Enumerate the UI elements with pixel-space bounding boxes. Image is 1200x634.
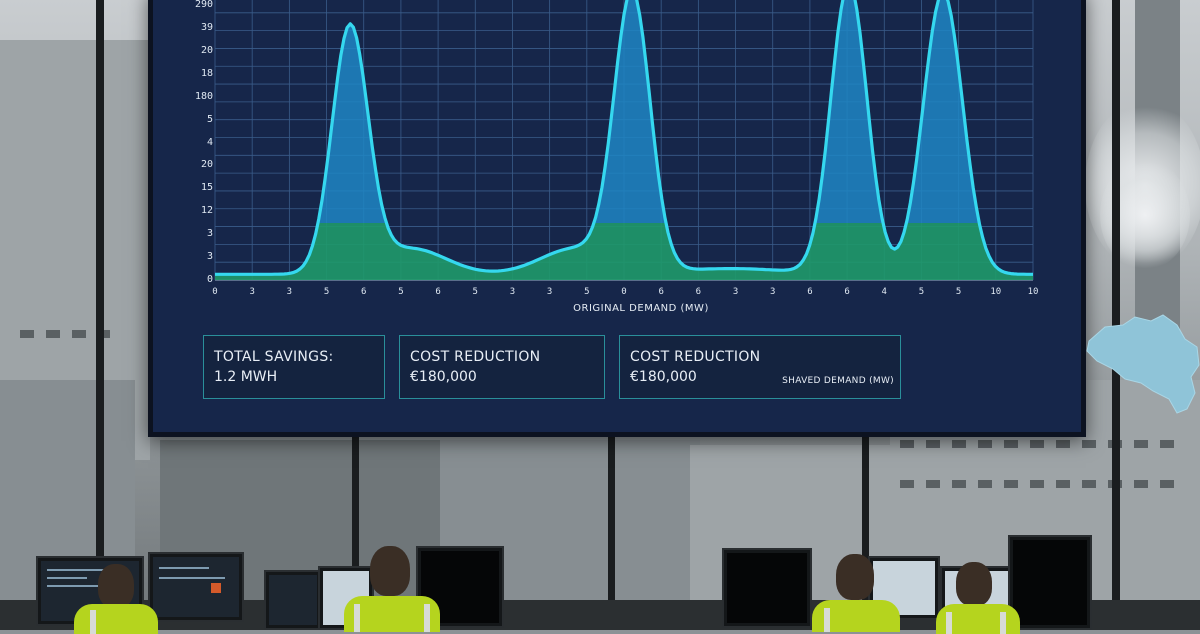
window-frame [1112, 0, 1120, 610]
x-tick-label: 4 [881, 287, 887, 297]
x-tick-label: 6 [658, 287, 664, 297]
x-tick-label: 6 [361, 287, 367, 297]
y-tick-label: 3 [206, 228, 213, 240]
x-tick-label: 6 [435, 287, 441, 297]
window-row [900, 480, 1180, 488]
operator [934, 560, 1024, 634]
operator [62, 560, 162, 634]
total-savings-card: TOTAL SAVINGS: 1.2 MWH [203, 335, 385, 399]
x-tick-label: 6 [807, 287, 813, 297]
alert-indicator [211, 583, 221, 593]
card-value: €180,000 [410, 369, 477, 385]
card-title: COST REDUCTION [630, 349, 761, 365]
x-tick-label: 0 [621, 287, 627, 297]
window-row [900, 440, 1180, 448]
y-tick-label: 0 [206, 274, 213, 285]
y-tick-label: 20 [200, 159, 213, 171]
x-tick-label: 0 [212, 287, 218, 297]
y-tick-label: 20 [200, 44, 213, 56]
x-tick-label: 5 [472, 287, 478, 297]
y-tick-label: 12 [200, 205, 213, 217]
x-tick-label: 6 [844, 287, 850, 297]
card-title: TOTAL SAVINGS: [214, 349, 334, 365]
monitor [264, 570, 322, 630]
card-note: SHAVED DEMAND (MW) [782, 376, 894, 386]
monitor-screen [727, 553, 807, 623]
monitor-screen [269, 575, 317, 625]
monitor [148, 552, 244, 622]
monitor-screen [153, 557, 239, 617]
x-tick-label: 5 [955, 287, 962, 297]
operator [340, 546, 450, 632]
x-tick-label: 3 [770, 287, 776, 297]
x-tick-label: 3 [509, 287, 516, 297]
y-tick-label: 39 [200, 21, 213, 33]
x-tick-label: 3 [546, 287, 553, 297]
cost-reduction-card: COST REDUCTION €180,000 [399, 335, 605, 399]
monitor [722, 548, 812, 628]
x-tick-label: 3 [249, 287, 255, 297]
operator [806, 552, 906, 632]
dashboard-screen: 290 39 20 18 180 5 4 20 15 12 3 3 0 0 3 3 5 6 5 6 5 3 3 5 0 6 6 3 3… [148, 0, 1200, 437]
y-tick-label: 3 [206, 251, 213, 263]
y-tick-label: 290 [194, 0, 213, 10]
card-title: COST REDUCTION [410, 349, 541, 365]
y-tick-label: 15 [200, 182, 213, 194]
x-axis-label: ORIGINAL DEMAND (MW) [573, 303, 709, 314]
card-value: 1.2 MWH [214, 369, 278, 385]
y-tick-label: 180 [194, 90, 213, 102]
x-tick-label: 5 [398, 287, 404, 297]
x-tick-label: 6 [695, 287, 702, 297]
belgium-map-icon [1086, 314, 1200, 414]
y-tick-label: 5 [206, 113, 213, 125]
cost-reduction-card-2: COST REDUCTION €180,000 SHAVED DEMAND (M… [619, 335, 901, 399]
x-tick-label: 3 [286, 287, 293, 297]
window-frame [608, 435, 615, 610]
x-tick-label: 5 [323, 287, 330, 297]
window-frame [96, 0, 104, 610]
x-tick-label: 3 [732, 287, 739, 297]
x-tick-label: 10 [990, 287, 1002, 297]
monitor-screen [1013, 540, 1087, 625]
y-tick-label: 4 [206, 136, 213, 148]
x-tick-label: 5 [584, 287, 590, 297]
y-tick-label: 18 [200, 67, 213, 79]
x-tick-label: 5 [918, 287, 925, 297]
x-tick-label: 10 [1027, 287, 1039, 297]
